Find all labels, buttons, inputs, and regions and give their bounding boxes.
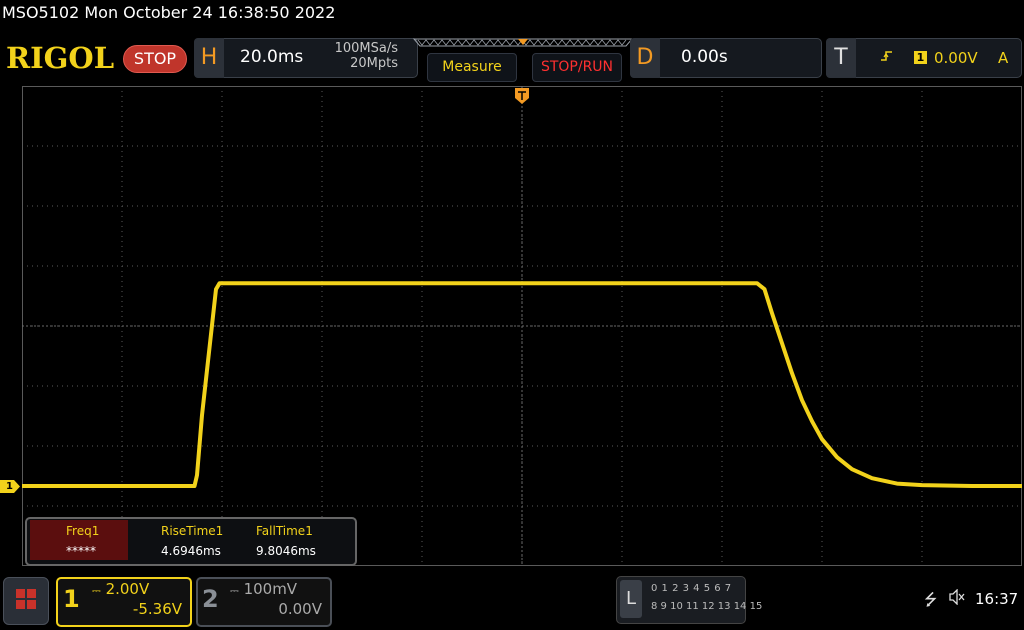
channel1-ground-marker[interactable]: 1 bbox=[0, 480, 20, 493]
window-title: MSO5102 Mon October 24 16:38:50 2022 bbox=[2, 3, 336, 22]
acquisition-info: 100MSa/s 20Mpts bbox=[324, 41, 398, 71]
trigger-source: 1 bbox=[914, 51, 927, 64]
measurement-value: 9.8046ms bbox=[256, 544, 316, 558]
measurement-value: 4.6946ms bbox=[161, 544, 221, 558]
dc-coupling-icon: ⎓ bbox=[92, 584, 101, 597]
delay-value: 0.00s bbox=[681, 47, 728, 67]
measurement-label: FallTime1 bbox=[256, 524, 313, 538]
logic-key[interactable]: L bbox=[620, 580, 642, 618]
horizontal-key[interactable]: H bbox=[194, 38, 224, 78]
measurement-label: RiseTime1 bbox=[161, 524, 224, 538]
memory-timeline bbox=[412, 38, 634, 47]
dc-coupling-icon: ⎓ bbox=[230, 584, 239, 597]
clock: 16:37 bbox=[975, 590, 1019, 608]
waveform-display[interactable] bbox=[22, 86, 1022, 566]
trigger-level: 0.00V bbox=[934, 49, 978, 67]
channel2-scale: ⎓ 100mV bbox=[230, 580, 298, 598]
channel2-number: 2 bbox=[202, 585, 219, 613]
brand-logo: RIGOL bbox=[6, 41, 115, 75]
sample-rate: 100MSa/s bbox=[334, 41, 398, 56]
trigger-key[interactable]: T bbox=[826, 38, 856, 78]
delay-key[interactable]: D bbox=[630, 38, 660, 78]
timebase-value: 20.0ms bbox=[240, 47, 304, 67]
usb-icon: ⭍ bbox=[924, 590, 938, 609]
channel1-scale: ⎓ 2.00V bbox=[92, 580, 150, 598]
grid-menu-icon bbox=[16, 589, 36, 609]
channel1-offset: -5.36V bbox=[132, 600, 182, 618]
trigger-mode: A bbox=[998, 49, 1009, 67]
mute-icon[interactable] bbox=[948, 588, 966, 609]
logic-channels-low: 0 1 2 3 4 5 6 7 bbox=[651, 583, 732, 594]
stop-run-button[interactable]: STOP/RUN bbox=[532, 53, 622, 82]
run-state-badge[interactable]: STOP bbox=[123, 45, 187, 73]
memory-depth: 20Mpts bbox=[350, 56, 398, 71]
measurement-value: ***** bbox=[66, 544, 96, 558]
channel1-number: 1 bbox=[63, 585, 80, 613]
channel2-offset: 0.00V bbox=[278, 600, 322, 618]
measure-button[interactable]: Measure bbox=[427, 53, 517, 82]
logic-channels-high: 8 9 10 11 12 13 14 15 bbox=[651, 601, 763, 612]
measurement-label: Freq1 bbox=[66, 524, 100, 538]
rising-edge-icon bbox=[880, 49, 894, 67]
